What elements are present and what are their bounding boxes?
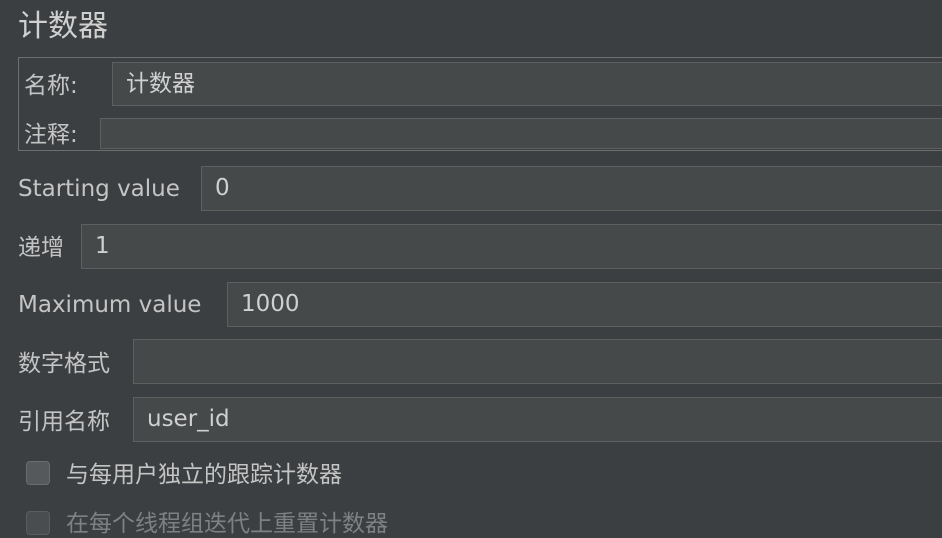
maximum-value-label: Maximum value — [18, 292, 202, 318]
name-label: 名称: — [24, 73, 78, 99]
comment-label: 注释: — [24, 122, 78, 148]
maximum-value-input[interactable]: 1000 — [227, 282, 942, 327]
panel-title: 计数器 — [18, 9, 108, 44]
reference-name-label: 引用名称 — [18, 409, 110, 435]
starting-value-input[interactable]: 0 — [201, 166, 942, 211]
per-user-label[interactable]: 与每用户独立的跟踪计数器 — [66, 461, 342, 489]
starting-value-label: Starting value — [18, 176, 180, 202]
number-format-input[interactable] — [133, 339, 942, 384]
reset-per-iteration-checkbox[interactable] — [26, 511, 50, 535]
number-format-label: 数字格式 — [18, 351, 110, 377]
name-comment-group: 名称: 计数器 注释: — [18, 57, 942, 151]
name-input[interactable]: 计数器 — [112, 62, 942, 106]
reset-per-iteration-label[interactable]: 在每个线程组迭代上重置计数器 — [66, 510, 388, 538]
increment-label: 递增 — [18, 235, 64, 261]
increment-input[interactable]: 1 — [81, 224, 942, 269]
reference-name-input[interactable]: user_id — [133, 397, 942, 442]
comment-input[interactable] — [100, 118, 942, 149]
per-user-checkbox[interactable] — [26, 461, 50, 485]
